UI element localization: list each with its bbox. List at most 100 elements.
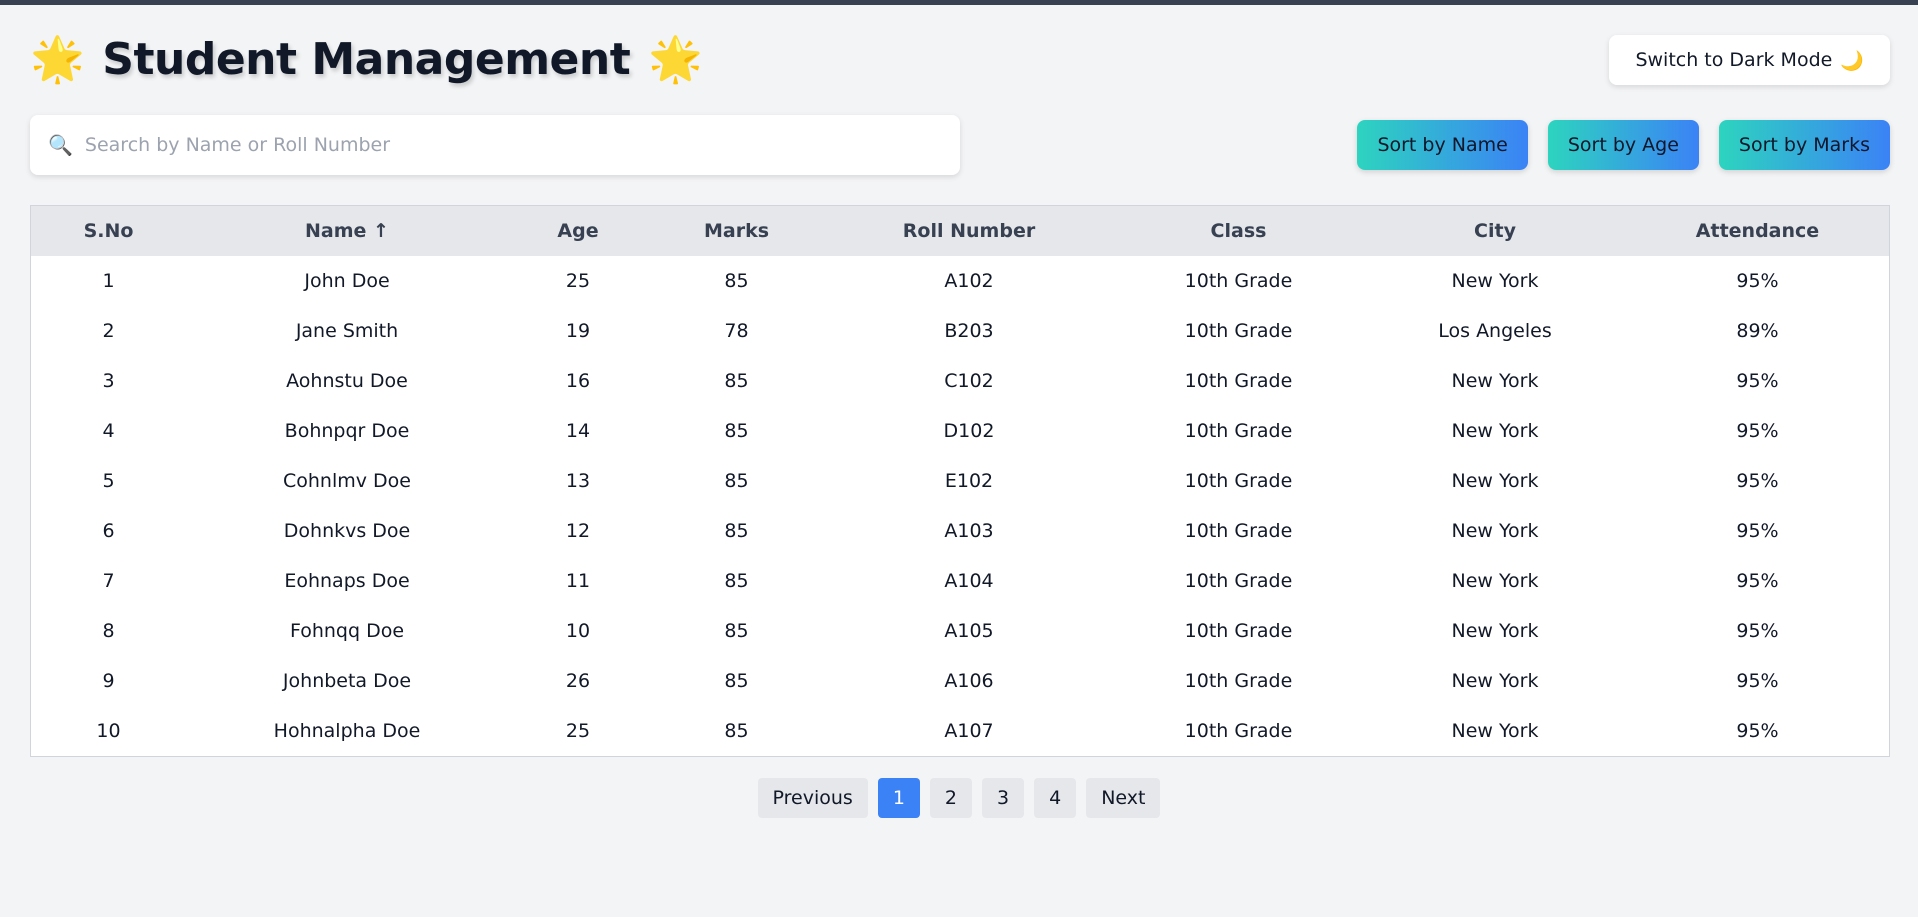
table-cell-marks: 85 xyxy=(724,370,749,392)
table-row: 2 Jane Smith 19 78 B203 10th Grade Los Angeles… xyxy=(31,306,1889,356)
table-cell-roll-number: A107 xyxy=(944,720,994,742)
table-row: 7 Eohnaps Doe 11 85 A104 10th Grade New York 95… xyxy=(31,556,1889,606)
table-cell-attendance: 95% xyxy=(1736,570,1779,592)
table-cell-name: Dohnkvs Doe xyxy=(283,520,411,542)
table-row: 3 Aohnstu Doe 16 85 C102 10th Grade New York 95… xyxy=(31,356,1889,406)
table-cell-attendance: 95% xyxy=(1736,470,1779,492)
table-row: 5 Cohnlmv Doe 13 85 E102 10th Grade New York 95… xyxy=(31,456,1889,506)
table-cell-age: 11 xyxy=(565,570,591,592)
column-header-name[interactable]: Name ↑ xyxy=(186,206,508,256)
sort-by-name-button[interactable]: Sort by Name xyxy=(1357,120,1528,170)
table-cell-sno: 8 xyxy=(102,620,115,642)
page-button-2[interactable]: 2 xyxy=(929,778,973,818)
table-cell-class: 10th Grade xyxy=(1184,570,1293,592)
table-cell-marks: 85 xyxy=(724,420,749,442)
table-cell-marks: 85 xyxy=(724,720,749,742)
table-cell-marks: 85 xyxy=(724,470,749,492)
table-cell-name: Fohnqq Doe xyxy=(289,620,405,642)
search-icon: 🔍 xyxy=(48,134,73,157)
table-cell-roll-number: C102 xyxy=(944,370,994,392)
search-bar[interactable]: 🔍 xyxy=(30,115,960,175)
table-cell-attendance: 95% xyxy=(1736,620,1779,642)
moon-icon: 🌙 xyxy=(1840,49,1864,72)
column-header-city[interactable]: City xyxy=(1364,206,1626,256)
table-row: 10 Hohnalpha Doe 25 85 A107 10th Grade New Yor… xyxy=(31,706,1889,756)
table-cell-age: 16 xyxy=(565,370,591,392)
page-button-3[interactable]: 3 xyxy=(982,778,1025,818)
table-cell-city: New York xyxy=(1451,470,1539,492)
table-cell-sno: 3 xyxy=(102,370,115,392)
column-header-attendance[interactable]: Attendance xyxy=(1626,206,1889,256)
star-icon: 🌟 xyxy=(30,33,85,85)
table-cell-attendance: 95% xyxy=(1736,520,1779,542)
table-cell-class: 10th Grade xyxy=(1184,670,1293,692)
page-button-1[interactable]: 1 xyxy=(877,778,920,818)
table-cell-age: 25 xyxy=(565,720,591,742)
table-cell-age: 10 xyxy=(565,620,591,642)
table-cell-marks: 78 xyxy=(724,320,749,342)
table-header-row: S.No Name ↑ Age Marks Roll Number Class City At… xyxy=(31,206,1889,256)
table-cell-roll-number: D102 xyxy=(943,420,995,442)
column-header-sno[interactable]: S.No xyxy=(31,206,186,256)
table-row: 1 John Doe 25 85 A102 10th Grade New York 95% xyxy=(31,256,1889,306)
sort-by-age-button[interactable]: Sort by Age xyxy=(1547,120,1699,170)
table-cell-city: New York xyxy=(1451,570,1539,592)
column-header-age[interactable]: Age xyxy=(508,206,648,256)
table-cell-name: Cohnlmv Doe xyxy=(283,470,411,492)
table-body: 1 John Doe 25 85 A102 10th Grade New York 95% 2 J… xyxy=(31,256,1889,756)
table-cell-class: 10th Grade xyxy=(1184,320,1293,342)
table-cell-attendance: 95% xyxy=(1736,270,1779,292)
table-cell-sno: 1 xyxy=(102,270,115,292)
table-cell-age: 26 xyxy=(565,670,591,692)
table-cell-city: New York xyxy=(1451,720,1539,742)
sort-button-group: Sort by Name Sort by Age Sort by Marks xyxy=(1357,120,1890,170)
table-cell-roll-number: E102 xyxy=(944,470,994,492)
table-cell-roll-number: A105 xyxy=(944,620,994,642)
table-cell-roll-number: A102 xyxy=(944,270,994,292)
table-cell-city: New York xyxy=(1451,420,1539,442)
column-header-roll-number[interactable]: Roll Number xyxy=(825,206,1113,256)
column-header-class[interactable]: Class xyxy=(1113,206,1364,256)
table-cell-name: Hohnalpha Doe xyxy=(273,720,421,742)
page-button-4[interactable]: 4 xyxy=(1034,778,1077,818)
page-title-text: Student Management xyxy=(102,34,631,85)
table-cell-name: Eohnaps Doe xyxy=(284,570,410,592)
table-cell-name: Johnbeta Doe xyxy=(282,670,412,692)
table-cell-marks: 85 xyxy=(724,570,749,592)
table-cell-sno: 10 xyxy=(96,720,121,742)
table-cell-roll-number: A106 xyxy=(944,670,994,692)
table-cell-marks: 85 xyxy=(724,270,749,292)
search-input[interactable] xyxy=(82,133,947,157)
column-header-marks[interactable]: Marks xyxy=(648,206,825,256)
sort-by-marks-button[interactable]: Sort by Marks xyxy=(1718,120,1890,170)
table-cell-class: 10th Grade xyxy=(1184,720,1293,742)
table-cell-class: 10th Grade xyxy=(1184,470,1293,492)
table-cell-sno: 9 xyxy=(102,670,115,692)
table-cell-sno: 5 xyxy=(102,470,115,492)
table-cell-class: 10th Grade xyxy=(1184,520,1293,542)
table-cell-roll-number: B203 xyxy=(944,320,994,342)
table-cell-attendance: 95% xyxy=(1736,370,1779,392)
top-bar xyxy=(0,0,1918,5)
table-cell-city: New York xyxy=(1451,370,1539,392)
table-cell-city: New York xyxy=(1451,670,1539,692)
table-cell-city: New York xyxy=(1451,620,1539,642)
table-cell-attendance: 95% xyxy=(1736,720,1779,742)
table-row: 9 Johnbeta Doe 26 85 A106 10th Grade New York 9… xyxy=(31,656,1889,706)
dark-mode-toggle-button[interactable]: Switch to Dark Mode 🌙 xyxy=(1609,35,1890,85)
table-cell-name: Jane Smith xyxy=(295,320,399,342)
table-cell-marks: 85 xyxy=(724,620,749,642)
table-cell-name: Bohnpqr Doe xyxy=(284,420,410,442)
table-cell-class: 10th Grade xyxy=(1184,420,1293,442)
table-row: 8 Fohnqq Doe 10 85 A105 10th Grade New York 95% xyxy=(31,606,1889,656)
star-icon: 🌟 xyxy=(648,33,703,85)
table-cell-age: 13 xyxy=(565,470,591,492)
table-cell-name: John Doe xyxy=(304,270,390,292)
table-cell-city: New York xyxy=(1451,270,1539,292)
table-cell-age: 12 xyxy=(565,520,591,542)
students-table: S.No Name ↑ Age Marks Roll Number Class City At… xyxy=(31,206,1889,756)
table-cell-roll-number: A103 xyxy=(944,520,994,542)
previous-page-button[interactable]: Previous xyxy=(757,778,868,818)
table-cell-attendance: 95% xyxy=(1736,420,1779,442)
next-page-button[interactable]: Next xyxy=(1086,778,1161,818)
